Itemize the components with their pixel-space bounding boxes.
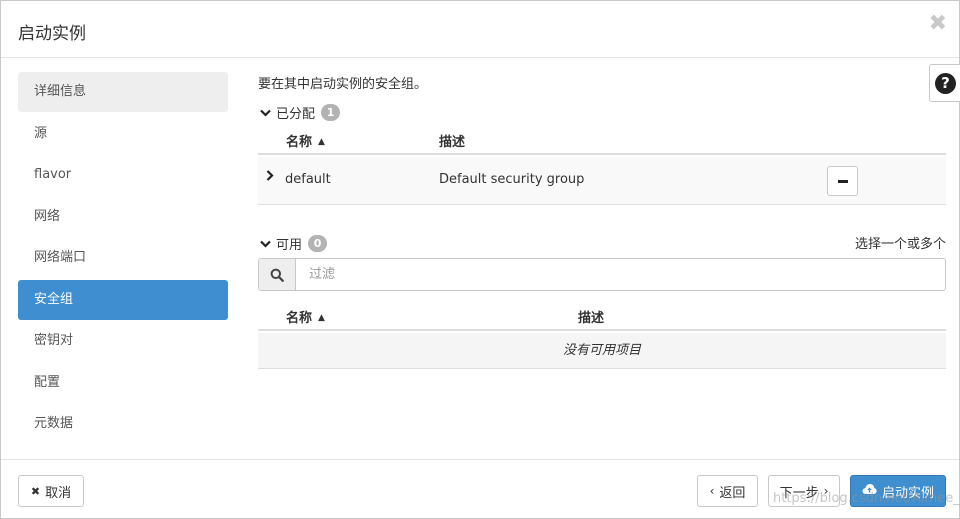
sidebar-item-network-ports[interactable]: 网络端口 (18, 238, 228, 278)
modal-title: 启动实例 (18, 24, 86, 44)
chevron-right-icon[interactable] (266, 170, 274, 185)
minus-icon (837, 179, 848, 183)
chevron-right-icon: › (823, 484, 829, 498)
chevron-left-icon: ‹ (709, 484, 715, 498)
allocated-description-column-header: 描述 (439, 135, 466, 150)
back-button[interactable]: ‹ 返回 (697, 475, 758, 507)
launch-label: 启动实例 (881, 485, 934, 501)
panel-description: 要在其中启动实例的安全组。 (258, 77, 428, 92)
sort-asc-icon: ▲ (318, 313, 325, 323)
sidebar-item-configuration[interactable]: 配置 (18, 363, 228, 403)
table-row[interactable]: default Default security group (258, 157, 946, 205)
available-table-header: 名称 ▲ 描述 (258, 300, 946, 331)
row-description: Default security group (439, 172, 585, 187)
cancel-button[interactable]: ✖ 取消 (18, 475, 84, 507)
cloud-upload-icon (862, 483, 877, 499)
available-count-badge: 0 (308, 235, 328, 252)
security-groups-panel: 要在其中启动实例的安全组。 已分配 1 名称 ▲ 描述 default Defau… (258, 73, 946, 369)
modal-header: 启动实例 ✖ (1, 1, 959, 58)
sidebar-item-details[interactable]: 详细信息 (18, 72, 228, 112)
sidebar-item-security-groups[interactable]: 安全组 (18, 279, 228, 320)
sort-asc-icon: ▲ (318, 137, 325, 147)
allocated-label: 已分配 (276, 107, 316, 122)
deallocate-button[interactable] (827, 166, 858, 196)
allocated-section-toggle[interactable]: 已分配 1 (258, 103, 341, 122)
close-icon: ✖ (30, 484, 41, 498)
filter-input[interactable] (297, 259, 945, 290)
sidebar-item-flavor[interactable]: flavor (18, 155, 228, 195)
sidebar-item-networks[interactable]: 网络 (18, 197, 228, 237)
sidebar-item-metadata[interactable]: 元数据 (18, 404, 228, 444)
empty-table-message: 没有可用项目 (258, 333, 946, 369)
filter-search-box (258, 258, 946, 291)
available-name-column-header[interactable]: 名称 ▲ (286, 307, 325, 326)
available-section-toggle[interactable]: 可用 0 (258, 234, 328, 253)
available-label: 可用 (276, 238, 303, 253)
close-icon[interactable]: ✖ (929, 13, 947, 35)
launch-instance-modal: 启动实例 ✖ 详细信息 源 flavor 网络 网络端口 安全组 密钥对 配置 … (0, 0, 960, 519)
search-icon (259, 259, 296, 290)
row-name: default (285, 172, 331, 187)
allocated-count-badge: 1 (321, 104, 341, 121)
chevron-down-icon (258, 109, 272, 117)
back-label: 返回 (719, 485, 746, 501)
next-button[interactable]: 下一步 › (768, 475, 840, 507)
allocated-table-header: 名称 ▲ 描述 (258, 124, 946, 155)
column-label-name: 名称 (286, 311, 313, 326)
next-label: 下一步 (779, 485, 819, 501)
column-label-name: 名称 (286, 135, 313, 150)
sidebar-item-key-pair[interactable]: 密钥对 (18, 321, 228, 361)
wizard-sidebar: 详细信息 源 flavor 网络 网络端口 安全组 密钥对 配置 元数据 (18, 72, 228, 446)
available-description-column-header: 描述 (578, 311, 605, 326)
chevron-down-icon (258, 240, 272, 248)
sidebar-item-source[interactable]: 源 (18, 114, 228, 154)
launch-instance-button[interactable]: 启动实例 (850, 475, 946, 507)
cancel-label: 取消 (45, 485, 72, 501)
allocated-name-column-header[interactable]: 名称 ▲ (286, 131, 325, 150)
select-hint: 选择一个或多个 (854, 237, 946, 252)
